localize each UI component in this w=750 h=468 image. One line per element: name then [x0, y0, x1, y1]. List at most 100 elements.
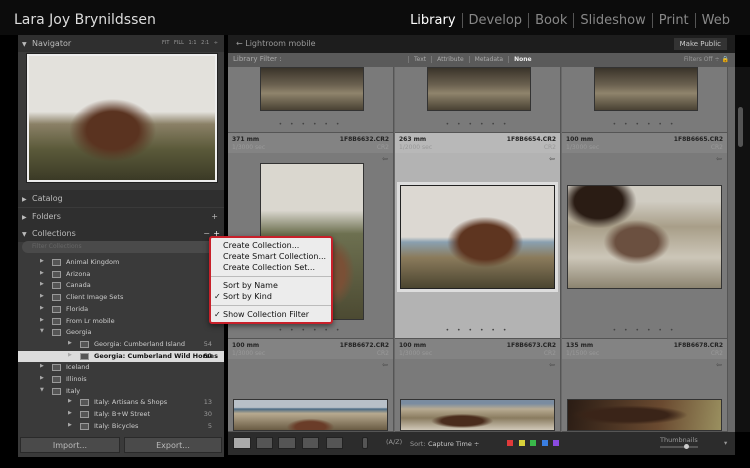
survey-view-icon[interactable]: [302, 437, 319, 449]
flag-icon[interactable]: ⇦: [716, 361, 722, 369]
triangle-down-icon[interactable]: ▼: [40, 328, 44, 334]
collection-item[interactable]: ▶ Client Image Sets: [18, 292, 224, 304]
flag-icon[interactable]: ⇦: [716, 155, 722, 163]
people-view-icon[interactable]: [326, 437, 343, 449]
photo-thumbnail[interactable]: [233, 399, 388, 431]
color-label-swatch[interactable]: [553, 440, 559, 446]
module-develop[interactable]: Develop: [461, 13, 529, 28]
grid-cell[interactable]: 135 mm 1F8B6678.CR2 1/1500 sec CR2 ⇦: [562, 339, 728, 432]
collection-item[interactable]: ▶ Italy: Artisans & Shops 13: [18, 397, 224, 409]
color-label-swatch[interactable]: [530, 440, 536, 446]
menu-show-collection-filter[interactable]: Show Collection Filter: [223, 310, 309, 319]
collection-item[interactable]: ▶ Italy: B+W Street 30: [18, 409, 224, 421]
triangle-right-icon[interactable]: ▶: [68, 410, 72, 416]
collection-item[interactable]: ▶ Iceland: [18, 362, 224, 374]
triangle-right-icon[interactable]: ▶: [68, 422, 72, 428]
sort-direction-icon[interactable]: (A/Z): [386, 438, 402, 446]
plus-icon[interactable]: +: [211, 212, 218, 221]
photo-thumbnail[interactable]: [567, 185, 722, 289]
collection-item[interactable]: ▶ Arizona: [18, 269, 224, 281]
triangle-right-icon[interactable]: ▶: [68, 398, 72, 404]
lock-icon[interactable]: 🔒: [722, 56, 729, 63]
collection-icon: [80, 411, 89, 419]
flag-icon[interactable]: ⇦: [549, 155, 555, 163]
menu-sort-by-kind[interactable]: Sort by Kind: [223, 292, 272, 301]
triangle-right-icon[interactable]: ▶: [40, 363, 44, 369]
flag-icon[interactable]: ⇦: [382, 155, 388, 163]
photo-thumbnail[interactable]: [567, 399, 722, 431]
module-web[interactable]: Web: [694, 13, 736, 28]
collection-filter-input[interactable]: Filter Collections: [22, 241, 220, 253]
grid-cell[interactable]: 100 mm 1F8B6673.CR2 1/3000 sec CR2 ⇦: [395, 339, 561, 432]
grid-cell[interactable]: • • • • • •: [228, 67, 394, 133]
grid-cell[interactable]: • • • • • •: [562, 67, 728, 133]
collection-item[interactable]: ▶ Italy: Bicycles 5: [18, 421, 224, 433]
make-public-button[interactable]: Make Public: [673, 38, 727, 50]
folders-header[interactable]: ▶ Folders +: [18, 208, 224, 225]
triangle-right-icon[interactable]: ▶: [68, 352, 72, 358]
collection-item[interactable]: ▼ Italy: [18, 386, 224, 398]
grid-cell[interactable]: 100 mm 1F8B6665.CR2 1/3000 sec CR2 ⇦ • • • …: [562, 133, 728, 339]
thumbnail-size-slider[interactable]: [660, 444, 698, 449]
filter-text[interactable]: Text: [408, 56, 431, 63]
triangle-right-icon[interactable]: ▶: [40, 305, 44, 311]
triangle-right-icon[interactable]: ▶: [40, 258, 44, 264]
triangle-right-icon[interactable]: ▶: [68, 340, 72, 346]
triangle-right-icon[interactable]: ▶: [40, 317, 44, 323]
toolbar-menu-chevron-icon[interactable]: ▾: [724, 439, 727, 447]
collection-item[interactable]: ▼ Georgia: [18, 327, 224, 339]
collection-item[interactable]: ▶ Canada: [18, 280, 224, 292]
rating-dots[interactable]: • • • • • •: [395, 327, 560, 334]
collection-item[interactable]: ▶ From Lr mobile: [18, 316, 224, 328]
menu-sort-by-name[interactable]: Sort by Name: [223, 281, 278, 290]
filter-metadata[interactable]: Metadata: [468, 56, 508, 63]
import-button[interactable]: Import...: [20, 437, 120, 453]
module-library[interactable]: Library: [404, 13, 461, 28]
grid-cell[interactable]: • • • • • •: [395, 67, 561, 133]
collection-item[interactable]: ▶ Georgia: Cumberland Wild Horses 60: [18, 350, 224, 363]
navigator-zoom-options[interactable]: FIT FILL 1:1 2:1 ÷: [162, 40, 218, 46]
filter-attribute[interactable]: Attribute: [431, 56, 469, 63]
flag-icon[interactable]: ⇦: [382, 361, 388, 369]
navigator-preview[interactable]: [26, 53, 218, 183]
triangle-right-icon[interactable]: ▶: [40, 375, 44, 381]
collections-header[interactable]: ▼ Collections − +: [18, 225, 224, 242]
filter-none[interactable]: None: [508, 56, 536, 63]
module-book[interactable]: Book: [528, 13, 573, 28]
module-print[interactable]: Print: [651, 13, 695, 28]
sort-select[interactable]: Capture Time ÷: [428, 440, 479, 448]
menu-create-smart-collection[interactable]: Create Smart Collection...: [223, 252, 326, 261]
collection-item[interactable]: ▶ Animal Kingdom: [18, 257, 224, 269]
grid-scrollbar[interactable]: [735, 67, 750, 432]
compare-view-icon[interactable]: [278, 437, 296, 449]
triangle-right-icon[interactable]: ▶: [40, 293, 44, 299]
color-label-swatch[interactable]: [507, 440, 513, 446]
grid-cell[interactable]: 100 mm 1F8B6672.CR2 1/3000 sec CR2 ⇦: [228, 339, 394, 432]
spray-can-icon[interactable]: [362, 437, 368, 449]
module-slideshow[interactable]: Slideshow: [573, 13, 651, 28]
triangle-right-icon[interactable]: ▶: [40, 281, 44, 287]
color-label-swatch[interactable]: [518, 440, 525, 446]
collection-item[interactable]: ▶ Florida: [18, 304, 224, 316]
flag-icon[interactable]: ⇦: [549, 361, 555, 369]
filters-off-select[interactable]: Filters Off ÷: [684, 56, 720, 63]
color-label-swatch[interactable]: [541, 440, 548, 446]
catalog-header[interactable]: ▶ Catalog: [18, 190, 224, 207]
collection-item[interactable]: ▶ Georgia: Cumberland Island 54: [18, 339, 224, 351]
menu-create-collection[interactable]: Create Collection...: [223, 241, 299, 250]
rating-dots[interactable]: • • • • • •: [228, 327, 393, 334]
grid-cell[interactable]: 263 mm 1F8B6654.CR2 1/2000 sec CR2 ⇦ • • • …: [395, 133, 561, 339]
collection-set-icon: [52, 317, 61, 325]
photo-thumbnail[interactable]: [397, 182, 558, 292]
export-button[interactable]: Export...: [124, 437, 222, 453]
sort-label: Sort:: [410, 440, 426, 448]
collection-item[interactable]: ▶ Illinois: [18, 374, 224, 386]
menu-create-collection-set[interactable]: Create Collection Set...: [223, 263, 315, 272]
loupe-view-icon[interactable]: [256, 437, 273, 449]
grid-view-icon[interactable]: [233, 437, 251, 449]
photo-thumbnail[interactable]: [400, 399, 555, 431]
triangle-right-icon[interactable]: ▶: [40, 270, 44, 276]
rating-dots[interactable]: • • • • • •: [562, 327, 727, 334]
shutter-speed: 1/1500 sec: [566, 350, 600, 357]
triangle-down-icon[interactable]: ▼: [40, 387, 44, 393]
